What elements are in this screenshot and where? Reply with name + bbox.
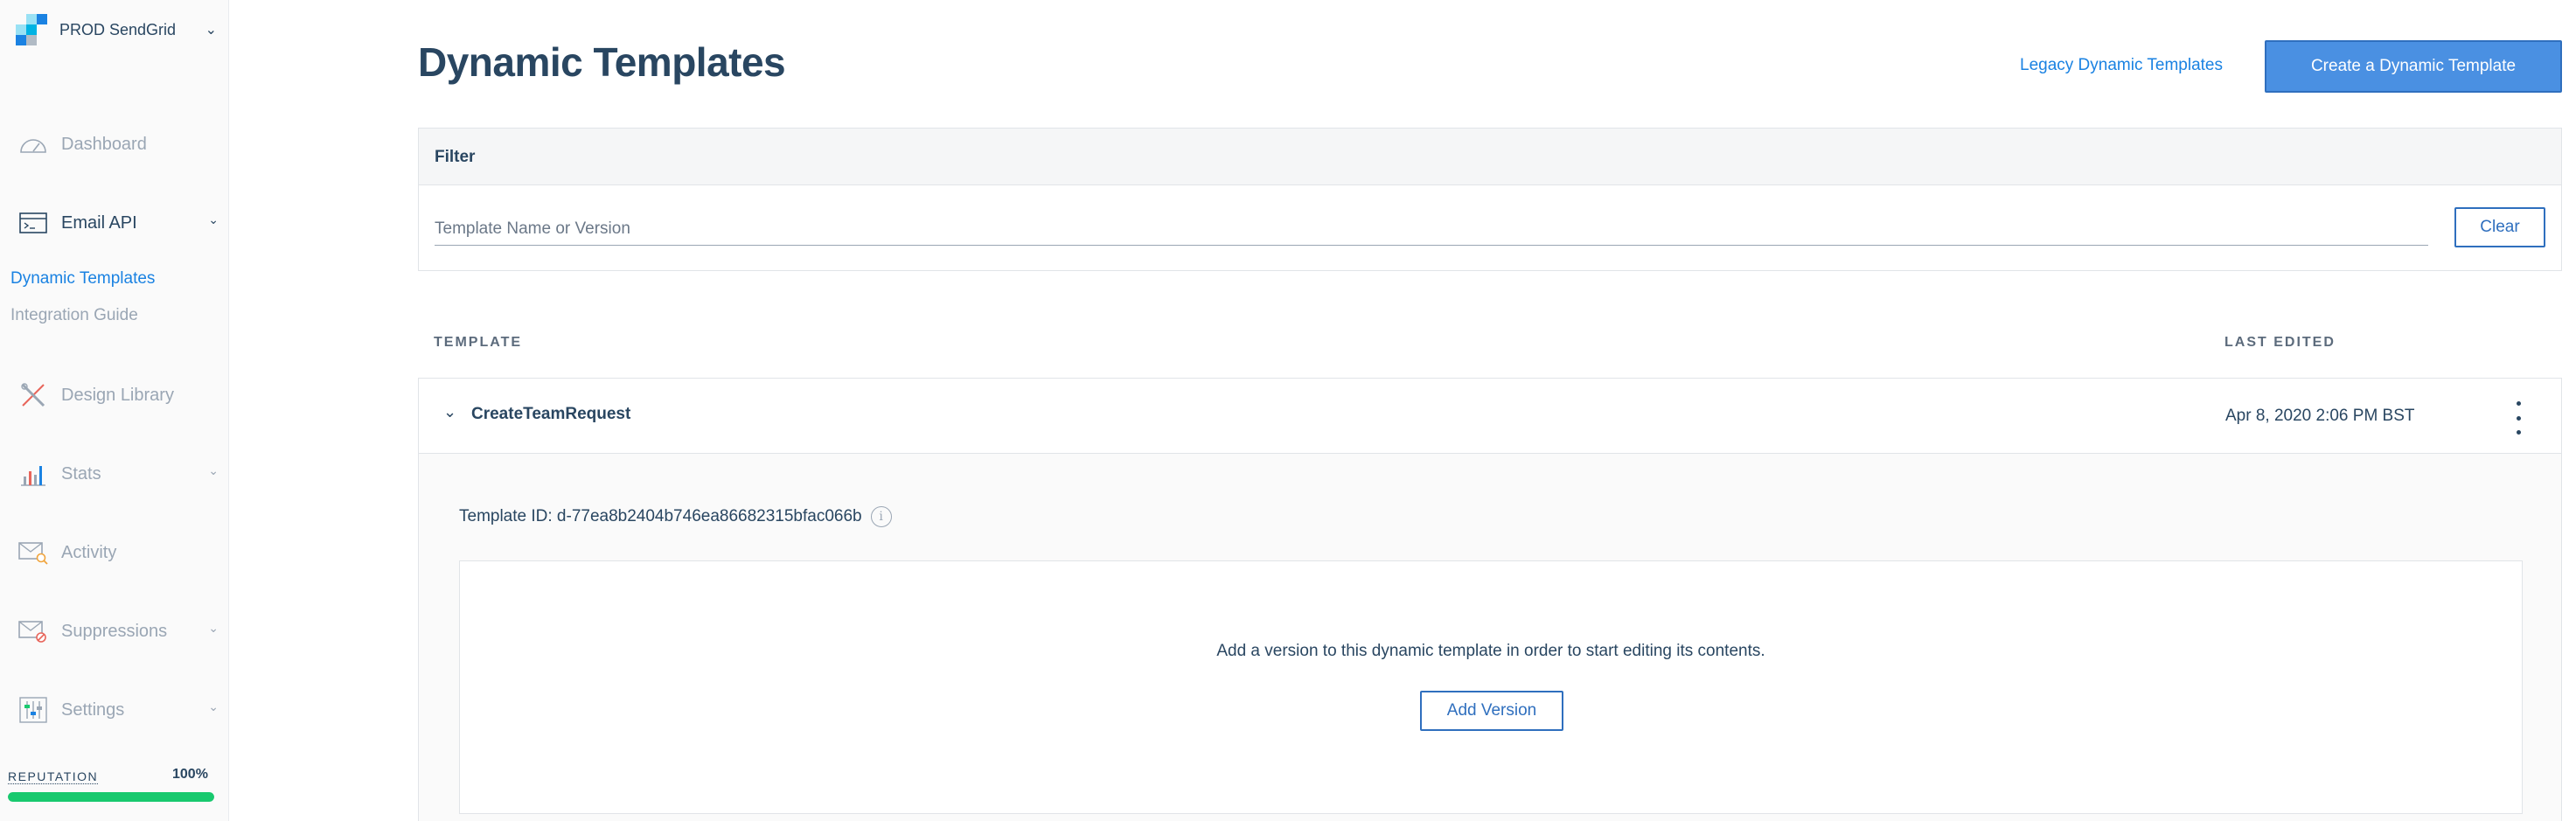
account-switcher[interactable]: PROD SendGrid ⌄ <box>16 12 217 47</box>
subnav-integration-guide[interactable]: Integration Guide <box>10 306 138 325</box>
template-details: Template ID: d-77ea8b2404b746ea86682315b… <box>419 454 2561 821</box>
subnav-dynamic-templates[interactable]: Dynamic Templates <box>10 269 155 289</box>
envelope-blocked-icon <box>17 616 49 647</box>
filter-heading: Filter <box>419 129 2561 185</box>
column-header-last-edited[interactable]: LAST EDITED <box>2224 335 2336 351</box>
template-name[interactable]: CreateTeamRequest <box>471 405 630 424</box>
sidebar-item-label: Settings <box>61 699 125 720</box>
reputation-bar-fill <box>8 792 214 802</box>
template-id: Template ID: d-77ea8b2404b746ea86682315b… <box>459 506 892 527</box>
reputation-label[interactable]: REPUTATION <box>8 769 99 784</box>
terminal-window-icon <box>17 207 49 239</box>
sidebar-item-suppressions[interactable]: Suppressions ⌄ <box>17 614 219 649</box>
filter-search-input[interactable] <box>435 212 2428 246</box>
sidebar-item-activity[interactable]: Activity <box>17 535 219 570</box>
chevron-down-icon: ⌄ <box>208 699 219 713</box>
create-template-button[interactable]: Create a Dynamic Template <box>2265 40 2562 93</box>
sidebar-item-dashboard[interactable]: Dashboard <box>17 127 219 162</box>
chevron-down-icon: ⌄ <box>208 621 219 635</box>
sidebar-item-label: Design Library <box>61 385 174 405</box>
chevron-down-icon: ⌄ <box>205 23 217 38</box>
template-id-text: Template ID: d-77ea8b2404b746ea86682315b… <box>459 507 862 525</box>
sidebar-item-label: Activity <box>61 542 117 562</box>
sendgrid-logo <box>16 14 47 45</box>
clear-button[interactable]: Clear <box>2454 207 2545 247</box>
pencil-ruler-icon <box>17 379 49 411</box>
empty-versions-panel: Add a version to this dynamic template i… <box>459 560 2523 814</box>
sidebar-item-label: Suppressions <box>61 621 168 641</box>
sidebar-item-label: Stats <box>61 463 101 484</box>
legacy-templates-link[interactable]: Legacy Dynamic Templates <box>2020 56 2223 75</box>
column-header-template: TEMPLATE <box>434 335 523 350</box>
chevron-down-icon: ⌄ <box>208 212 219 226</box>
table-row: ⌄ CreateTeamRequest Apr 8, 2020 2:06 PM … <box>418 378 2562 821</box>
info-icon[interactable]: i <box>870 506 892 527</box>
sidebar: PROD SendGrid ⌄ Dashboard Email API ⌄ Dy… <box>0 0 229 821</box>
filter-panel: Filter Clear <box>418 128 2562 271</box>
account-name: PROD SendGrid <box>59 20 177 38</box>
page-title: Dynamic Templates <box>418 39 786 85</box>
sliders-icon <box>17 694 49 726</box>
template-row-header[interactable]: ⌄ CreateTeamRequest Apr 8, 2020 2:06 PM … <box>419 379 2561 454</box>
sidebar-item-stats[interactable]: Stats ⌄ <box>17 456 219 491</box>
add-version-button[interactable]: Add Version <box>1420 691 1563 731</box>
last-edited-date: Apr 8, 2020 2:06 PM BST <box>2225 407 2415 425</box>
envelope-search-icon <box>17 537 49 568</box>
sidebar-item-settings[interactable]: Settings ⌄ <box>17 692 219 727</box>
sidebar-item-email-api[interactable]: Email API ⌄ <box>17 205 219 240</box>
sidebar-item-design-library[interactable]: Design Library <box>17 378 219 413</box>
more-options-icon[interactable] <box>2505 401 2531 435</box>
sidebar-item-label: Email API <box>61 212 137 233</box>
reputation-value: 100% <box>172 767 208 782</box>
chevron-down-icon: ⌄ <box>208 463 219 477</box>
bar-chart-icon <box>17 458 49 490</box>
reputation-bar <box>8 792 214 802</box>
gauge-icon <box>17 129 49 160</box>
sidebar-item-label: Dashboard <box>61 134 147 154</box>
empty-versions-message: Add a version to this dynamic template i… <box>1216 642 1765 660</box>
chevron-down-icon[interactable]: ⌄ <box>443 403 456 421</box>
